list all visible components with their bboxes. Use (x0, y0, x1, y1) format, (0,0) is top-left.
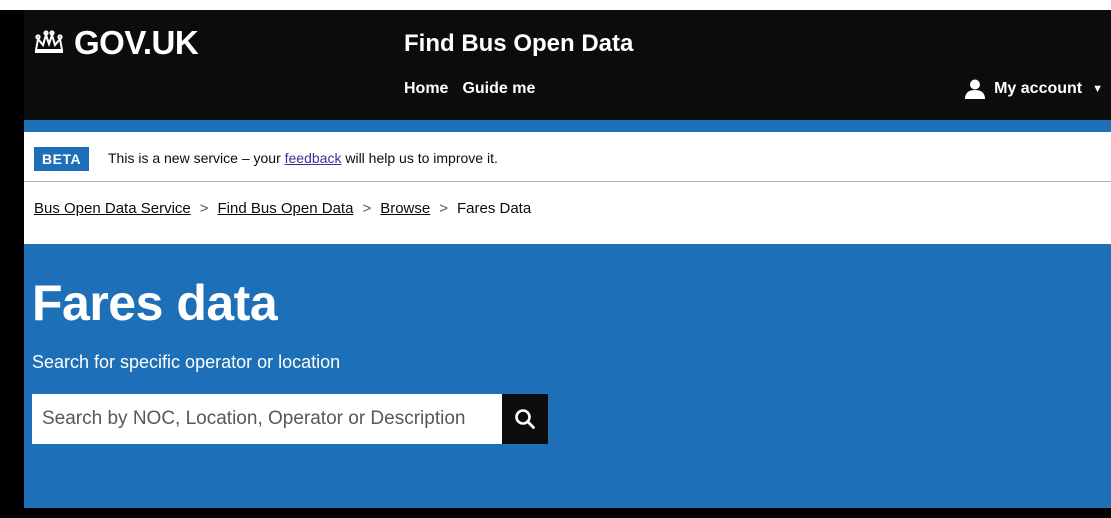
breadcrumb-find-bus-open-data[interactable]: Find Bus Open Data (218, 200, 354, 217)
header-nav: Home Guide me (404, 80, 535, 98)
beta-text-after: will help us to improve it. (341, 150, 498, 166)
service-name-link[interactable]: Find Bus Open Data (404, 30, 633, 58)
hero-banner: Fares data Search for specific operator … (24, 244, 1111, 508)
user-icon (965, 79, 986, 99)
beta-tag: BETA (34, 147, 90, 171)
govuk-logo-link[interactable]: GOV.UK (74, 24, 199, 62)
beta-text-before: This is a new service – your (108, 150, 285, 166)
feedback-link[interactable]: feedback (285, 150, 342, 166)
breadcrumb-separator: > (199, 200, 209, 217)
search-form (32, 394, 548, 444)
frame-top (0, 0, 1111, 10)
nav-home-link[interactable]: Home (404, 80, 448, 98)
frame-bottom-border (0, 508, 1111, 518)
beta-text: This is a new service – your feedback wi… (108, 150, 498, 166)
header-blue-stripe (24, 120, 1111, 132)
search-button[interactable] (502, 394, 548, 444)
my-account-menu[interactable]: My account ▼ (964, 78, 1103, 100)
breadcrumb-separator: > (362, 200, 372, 217)
frame-left-border (0, 10, 24, 518)
crown-icon (34, 30, 64, 53)
chevron-down-icon: ▼ (1092, 83, 1103, 95)
nav-guide-me-link[interactable]: Guide me (462, 80, 535, 98)
page-title: Fares data (32, 275, 278, 331)
my-account-label: My account (994, 80, 1083, 97)
page: GOV.UK Find Bus Open Data Home Guide me … (0, 0, 1111, 518)
breadcrumb-separator: > (439, 200, 448, 217)
phase-banner: BETA This is a new service – your feedba… (24, 132, 1111, 182)
search-icon (515, 409, 535, 429)
search-hint: Search for specific operator or location (32, 352, 341, 372)
breadcrumb-browse[interactable]: Browse (380, 200, 430, 217)
breadcrumb: Bus Open Data Service > Find Bus Open Da… (34, 200, 531, 217)
search-input[interactable] (32, 394, 502, 444)
site-header: GOV.UK Find Bus Open Data Home Guide me … (24, 10, 1111, 120)
breadcrumb-current: Fares Data (457, 200, 532, 217)
breadcrumb-bus-open-data-service[interactable]: Bus Open Data Service (34, 200, 191, 217)
